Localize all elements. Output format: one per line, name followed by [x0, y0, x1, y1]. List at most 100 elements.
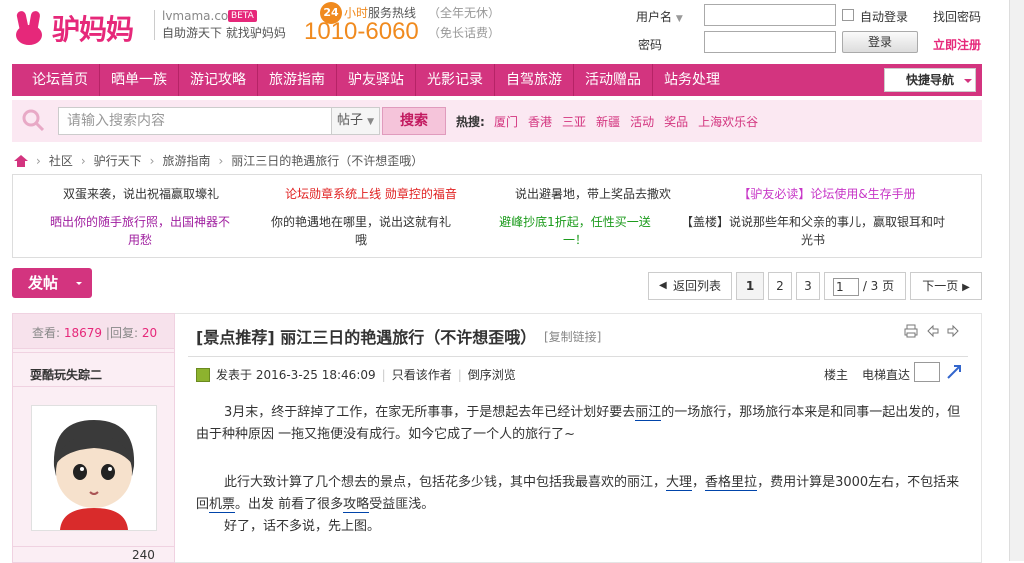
online-status-icon — [196, 367, 210, 382]
nav-item-travelogue[interactable]: 游记攻略 — [179, 64, 258, 96]
avatar[interactable] — [31, 405, 157, 531]
elevator-input[interactable] — [914, 362, 940, 382]
keyword-link[interactable]: 攻略 — [343, 497, 370, 513]
notice-link[interactable]: 【驴友必读】论坛使用&生存手册 — [711, 185, 943, 203]
phone-sub: （免长话费） — [428, 26, 501, 40]
print-icon[interactable] — [904, 324, 918, 338]
username-input[interactable] — [704, 4, 836, 26]
search-type-select[interactable]: 帖子 ▼ — [332, 107, 380, 135]
search-input[interactable]: 请输入搜索内容 — [58, 107, 332, 135]
page-scrollbar[interactable] — [1009, 0, 1024, 561]
notice-link[interactable]: 你的艳遇地在哪里，说出这就有礼哦 — [271, 213, 451, 249]
logo-divider — [154, 10, 155, 40]
main-nav: 论坛首页 晒单一族 游记攻略 旅游指南 驴友驿站 光影记录 自驾旅游 活动赠品 … — [12, 64, 982, 96]
elevator-label: 电梯直达 — [862, 368, 911, 382]
login-button[interactable]: 登录 — [842, 31, 918, 53]
post-date: 发表于 2016-3-25 18:46:09 — [216, 368, 376, 382]
floor-label: 楼主 — [824, 368, 849, 382]
avatar-cartoon-icon — [32, 406, 156, 530]
notice-link[interactable]: 晒出你的随手旅行照，出国神器不用愁 — [45, 213, 235, 249]
password-label: 密码 — [638, 38, 663, 52]
back-to-list-button[interactable]: ◀ 返回列表 — [648, 272, 732, 300]
search-button[interactable]: 搜索 — [382, 107, 446, 135]
notice-board: 双蛋来袭，说出祝福赢取壕礼 论坛勋章系统上线 勋章控的福音 说出避暑地，带上奖品… — [12, 174, 982, 258]
nav-item-events[interactable]: 活动赠品 — [574, 64, 653, 96]
keyword-link[interactable]: 大理 — [666, 475, 693, 491]
hot-search-links: 厦门 香港 三亚 新疆 活动 奖品 上海欢乐谷 — [494, 113, 758, 130]
next-thread-icon[interactable] — [946, 324, 960, 338]
reverse-view-link[interactable]: 倒序浏览 — [468, 366, 516, 383]
page-3[interactable]: 3 — [796, 272, 820, 300]
breadcrumb-item[interactable]: 社区 — [49, 152, 73, 169]
post-content: 3月末，终于辞掉了工作，在家无所事事，于是想起去年已经计划好要去丽江的一场旅行，… — [196, 402, 966, 538]
nav-item-share[interactable]: 晒单一族 — [100, 64, 179, 96]
home-icon[interactable] — [14, 154, 28, 167]
thread-stats-text: 查看: 18679 |回复: 20 — [32, 326, 158, 340]
author-stat: 240 — [132, 548, 155, 562]
nav-item-admin[interactable]: 站务处理 — [653, 64, 731, 96]
search-icon — [22, 109, 44, 131]
auto-login-checkbox[interactable] — [842, 9, 854, 21]
new-post-button[interactable]: 发帖 — [12, 268, 92, 298]
notice-link[interactable]: 说出避暑地，带上奖品去撒欢 — [493, 185, 693, 203]
logo-text: 驴妈妈 — [52, 13, 134, 46]
quick-nav-dropdown[interactable]: 快捷导航 — [884, 68, 976, 92]
author-name[interactable]: 耍酷玩失踪二 — [30, 366, 102, 383]
page-input[interactable]: 1 — [833, 277, 859, 296]
only-author-link[interactable]: 只看该作者 — [392, 366, 452, 383]
breadcrumb-item[interactable]: 驴行天下 — [94, 152, 142, 169]
post-paragraph: 3月末，终于辞掉了工作，在家无所事事，于是想起去年已经计划好要去丽江的一场旅行，… — [196, 405, 961, 442]
hot-link[interactable]: 奖品 — [664, 113, 688, 130]
arrow-left-icon: ◀ — [659, 280, 667, 291]
nav-item-photo[interactable]: 光影记录 — [416, 64, 495, 96]
post-meta: 发表于 2016-3-25 18:46:09 | 只看该作者 | 倒序浏览 — [196, 366, 516, 383]
arrow-right-icon: ▶ — [962, 282, 970, 293]
post-paragraph: 好了，话不多说，先上图。 — [224, 519, 381, 534]
forgot-password-link[interactable]: 找回密码 — [933, 8, 981, 25]
sidebar-divider — [12, 386, 175, 387]
breadcrumb-current: 丽江三日的艳遇旅行（不许想歪哦） — [231, 154, 424, 168]
next-page-button[interactable]: 下一页 ▶ — [910, 272, 982, 300]
keyword-link[interactable]: 丽江 — [635, 405, 662, 421]
notice-link[interactable]: 避峰抄底1折起，任性买一送一！ — [489, 213, 661, 249]
password-input[interactable] — [704, 31, 836, 53]
nav-item-station[interactable]: 驴友驿站 — [337, 64, 416, 96]
hot-link[interactable]: 新疆 — [596, 113, 620, 130]
hot-link[interactable]: 活动 — [630, 113, 654, 130]
nav-item-forum-home[interactable]: 论坛首页 — [12, 64, 100, 96]
copy-link[interactable]: [复制链接] — [544, 328, 601, 345]
sidebar-divider — [12, 546, 175, 547]
page-1[interactable]: 1 — [736, 272, 764, 300]
rabbit-logo-icon — [12, 10, 48, 45]
post-title: [景点推荐] 丽江三日的艳遇旅行（不许想歪哦） — [196, 328, 537, 347]
breadcrumb-item[interactable]: 旅游指南 — [162, 152, 210, 169]
elevator-go-icon[interactable] — [946, 364, 962, 380]
auto-login-label: 自动登录 — [860, 10, 909, 24]
keyword-link[interactable]: 机票 — [209, 497, 236, 513]
hot-search-label: 热搜: — [456, 115, 485, 129]
username-label[interactable]: 用户名 ▼ — [636, 8, 683, 25]
hot-link[interactable]: 三亚 — [562, 113, 586, 130]
hot-link[interactable]: 香港 — [528, 113, 552, 130]
nav-item-selfdrive[interactable]: 自驾旅游 — [495, 64, 574, 96]
title-divider — [188, 356, 968, 357]
register-link[interactable]: 立即注册 — [933, 36, 981, 53]
beta-badge: BETA — [228, 10, 257, 22]
keyword-link[interactable]: 香格里拉 — [705, 475, 758, 491]
hot-link[interactable]: 厦门 — [494, 113, 518, 130]
post-paragraph: 此行大致计算了几个想去的景点，包括花多少钱，其中包括我最喜欢的丽江，大理，香格里… — [196, 475, 960, 513]
notice-link[interactable]: 【盖楼】说说那些年和父亲的事儿，赢取银耳和吋光书 — [677, 213, 949, 249]
hotline-phone: 1010-6060 — [304, 18, 419, 45]
page-jump: 1 / 3 页 — [824, 272, 906, 300]
sidebar-divider — [12, 352, 175, 353]
breadcrumb: › 社区 › 驴行天下 › 旅游指南 › 丽江三日的艳遇旅行（不许想歪哦） — [14, 152, 423, 169]
hotline-sub: （全年无休） — [428, 6, 501, 20]
site-logo[interactable]: 驴妈妈 — [12, 8, 134, 48]
prev-thread-icon[interactable] — [926, 324, 940, 338]
notice-link[interactable]: 论坛勋章系统上线 勋章控的福音 — [271, 185, 471, 203]
nav-item-guide[interactable]: 旅游指南 — [258, 64, 337, 96]
page-2[interactable]: 2 — [768, 272, 792, 300]
hot-link[interactable]: 上海欢乐谷 — [698, 113, 758, 130]
notice-link[interactable]: 双蛋来袭，说出祝福赢取壕礼 — [41, 185, 241, 203]
slogan: 自助游天下 就找驴妈妈 — [162, 26, 286, 40]
